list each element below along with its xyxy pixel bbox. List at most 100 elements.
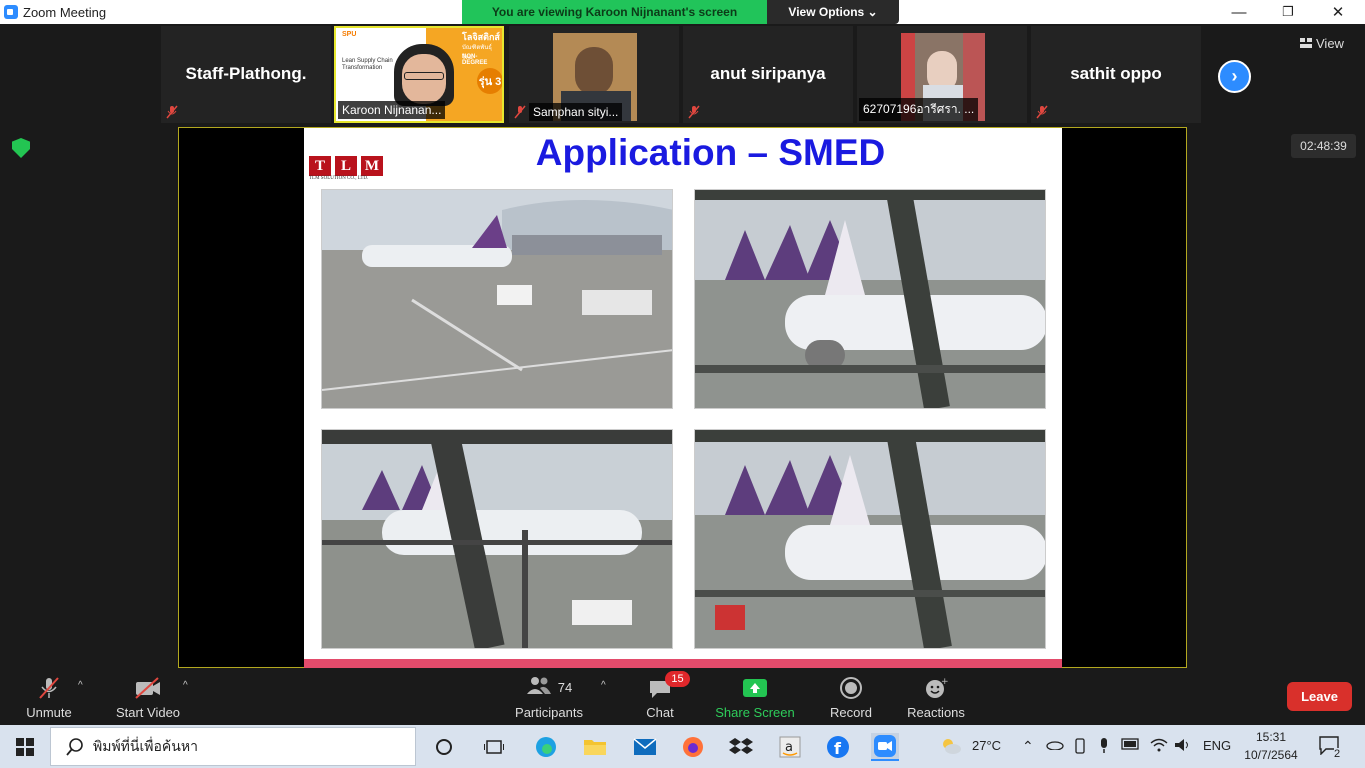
participant-name: 62707196อารีศรา. ... bbox=[859, 98, 979, 121]
reactions-label: Reactions bbox=[907, 705, 965, 720]
taskbar-search-box[interactable]: พิมพ์ที่นี่เพื่อค้นหา bbox=[50, 727, 416, 766]
windows-start-icon[interactable] bbox=[16, 738, 34, 756]
close-button[interactable]: ✕ bbox=[1315, 0, 1361, 24]
participant-name: Staff-Plathong. bbox=[185, 64, 307, 83]
file-explorer-icon[interactable] bbox=[581, 733, 609, 761]
logo-subtitle: TLM SOLUTION CO., LTD. bbox=[309, 176, 369, 181]
participants-icon bbox=[526, 677, 551, 694]
airport-photo-1 bbox=[321, 189, 673, 409]
participant-name: sathit oppo bbox=[1070, 64, 1162, 83]
minimize-button[interactable]: — bbox=[1216, 0, 1262, 24]
slide-title: Application – SMED bbox=[535, 132, 886, 173]
system-clock[interactable]: 15:31 10/7/2564 bbox=[1238, 728, 1304, 764]
participant-strip: Staff-Plathong. SPU Lean Supply Chain Tr… bbox=[0, 24, 1365, 125]
amazon-icon[interactable]: a bbox=[776, 733, 804, 761]
unmute-label: Unmute bbox=[26, 705, 72, 720]
mail-icon[interactable] bbox=[631, 733, 659, 761]
battery-icon[interactable] bbox=[1121, 738, 1141, 753]
svg-text:+: + bbox=[941, 677, 948, 687]
phone-link-icon[interactable] bbox=[1073, 738, 1087, 757]
widgets-icon[interactable] bbox=[480, 733, 508, 761]
input-language[interactable]: ENG bbox=[1203, 738, 1231, 753]
airport-photo-2 bbox=[694, 189, 1046, 409]
record-button[interactable]: Record bbox=[826, 668, 876, 725]
participant-tile[interactable]: sathit oppo bbox=[1031, 26, 1201, 123]
participants-count: 74 bbox=[557, 680, 573, 695]
audio-options-caret[interactable]: ^ bbox=[78, 680, 83, 691]
microphone-tray-icon[interactable] bbox=[1098, 738, 1110, 757]
participant-name: Karoon Nijnanan... bbox=[338, 101, 446, 119]
participant-tile-karoon[interactable]: SPU Lean Supply Chain Transformation โลจ… bbox=[334, 26, 504, 123]
tray-overflow-icon[interactable]: ⌃ bbox=[1022, 738, 1034, 755]
clock-time: 15:31 bbox=[1255, 730, 1287, 744]
weather-temp[interactable]: 27°C bbox=[972, 738, 1001, 753]
start-video-label: Start Video bbox=[115, 705, 181, 720]
presentation-slide: T L M TLM SOLUTION CO., LTD. Application… bbox=[304, 128, 1062, 669]
wifi-icon[interactable] bbox=[1150, 738, 1168, 755]
participant-name: anut siripanya bbox=[710, 64, 826, 83]
facebook-icon[interactable]: f bbox=[824, 733, 852, 761]
share-screen-label: Share Screen bbox=[715, 705, 795, 720]
search-placeholder: พิมพ์ที่นี่เพื่อค้นหา bbox=[93, 737, 198, 754]
zoom-taskbar-icon[interactable] bbox=[871, 733, 899, 761]
dropbox-icon[interactable] bbox=[727, 733, 755, 761]
airport-photo-4 bbox=[694, 429, 1046, 649]
edge-browser-icon[interactable] bbox=[532, 733, 560, 761]
record-label: Record bbox=[830, 705, 872, 720]
next-page-button[interactable]: › bbox=[1218, 60, 1251, 93]
grid-icon bbox=[1300, 38, 1312, 48]
participant-tile-samphan[interactable]: Samphan sityi... bbox=[509, 26, 679, 123]
meeting-timer: 02:48:39 bbox=[1291, 134, 1356, 158]
participant-tile[interactable]: anut siripanya bbox=[683, 26, 853, 123]
notification-count: 2 bbox=[1334, 748, 1341, 760]
leave-button[interactable]: Leave bbox=[1287, 682, 1352, 711]
firefox-icon[interactable] bbox=[679, 733, 707, 761]
svg-text:a: a bbox=[785, 740, 793, 755]
participant-name: Samphan sityi... bbox=[529, 103, 623, 121]
muted-mic-icon bbox=[514, 105, 526, 119]
muted-mic-icon bbox=[1036, 105, 1048, 119]
banner-spu: SPU bbox=[342, 31, 357, 38]
muted-mic-icon bbox=[39, 677, 59, 699]
view-label: View bbox=[1316, 35, 1344, 51]
participants-label: Participants bbox=[515, 705, 583, 720]
video-off-icon bbox=[135, 677, 160, 699]
share-screen-icon bbox=[743, 679, 767, 697]
zoom-app-icon bbox=[4, 5, 18, 19]
shared-screen: T L M TLM SOLUTION CO., LTD. Application… bbox=[178, 127, 1187, 669]
participants-options-caret[interactable]: ^ bbox=[601, 680, 606, 691]
search-icon bbox=[66, 737, 83, 756]
start-video-button[interactable]: Start Video bbox=[110, 668, 186, 725]
participant-face bbox=[575, 47, 613, 95]
restore-button[interactable]: ❐ bbox=[1265, 0, 1311, 24]
chat-unread-badge: 15 bbox=[665, 671, 690, 687]
viewing-banner-text: You are viewing Karoon Nijnanant's scree… bbox=[491, 5, 738, 19]
banner-cohort-badge: รุ่น 3 bbox=[477, 68, 502, 94]
volume-icon[interactable] bbox=[1174, 738, 1192, 755]
record-icon bbox=[840, 677, 862, 699]
share-screen-button[interactable]: Share Screen bbox=[712, 668, 798, 725]
video-options-caret[interactable]: ^ bbox=[183, 680, 188, 691]
window-title: Zoom Meeting bbox=[23, 4, 107, 20]
weather-icon[interactable] bbox=[940, 737, 962, 758]
participant-glasses bbox=[404, 72, 444, 80]
reactions-icon: + bbox=[926, 677, 948, 698]
task-view-icon[interactable] bbox=[430, 733, 458, 761]
participant-tile[interactable]: Staff-Plathong. bbox=[161, 26, 331, 123]
participants-button[interactable]: 74 Participants bbox=[510, 668, 588, 725]
chat-label: Chat bbox=[646, 705, 674, 720]
view-options-button[interactable]: View Options ⌄ bbox=[767, 0, 899, 24]
viewing-banner: You are viewing Karoon Nijnanant's scree… bbox=[462, 0, 767, 24]
muted-mic-icon bbox=[688, 105, 700, 119]
reactions-button[interactable]: + Reactions bbox=[904, 668, 968, 725]
onedrive-icon[interactable] bbox=[1046, 738, 1064, 753]
view-layout-button[interactable]: View bbox=[1300, 32, 1356, 54]
encryption-shield-icon[interactable] bbox=[12, 138, 30, 158]
banner-non-degree: NON-DEGREE bbox=[462, 54, 488, 66]
participant-tile-arisra[interactable]: 62707196อารีศรา. ... bbox=[857, 26, 1027, 123]
clock-date: 10/7/2564 bbox=[1244, 748, 1298, 762]
muted-mic-icon bbox=[166, 105, 178, 119]
chevron-right-icon: › bbox=[1231, 66, 1238, 86]
unmute-button[interactable]: Unmute bbox=[20, 668, 78, 725]
svg-text:f: f bbox=[834, 739, 842, 758]
